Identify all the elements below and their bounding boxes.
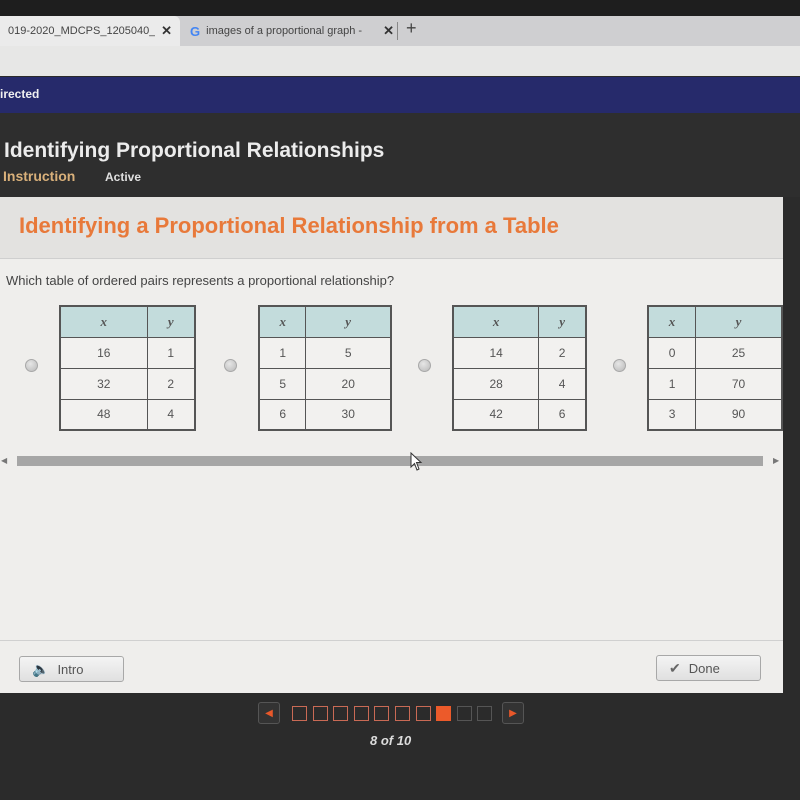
cell: 0 xyxy=(647,336,697,369)
column-header-y: y xyxy=(305,305,392,338)
scrollbar-thumb[interactable] xyxy=(17,456,763,466)
page-indicator-7[interactable] xyxy=(415,706,431,721)
page-indicator-8[interactable] xyxy=(436,706,452,721)
table-row: 42 6 xyxy=(452,398,587,431)
google-icon: G xyxy=(190,23,201,39)
tab-separator xyxy=(397,22,398,40)
column-header-x: x xyxy=(452,305,540,338)
status-label: Active xyxy=(105,170,142,184)
cell: 1 xyxy=(146,336,196,369)
intro-label: Intro xyxy=(57,661,84,677)
checkmark-icon: ✔ xyxy=(669,659,681,676)
table-row: 6 30 xyxy=(258,398,392,431)
mouse-cursor-icon xyxy=(410,452,423,471)
tab-title: images of a proportional graph - xyxy=(206,25,363,37)
scroll-left-icon[interactable]: ◀ xyxy=(1,456,7,465)
previous-page-button[interactable]: ◀ xyxy=(258,702,280,724)
done-button[interactable]: ✔ Done xyxy=(656,655,761,681)
close-tab-icon[interactable]: ✕ xyxy=(161,23,172,39)
cell: 14 xyxy=(452,336,540,369)
option-a-radio[interactable] xyxy=(25,359,38,372)
page-indicator-2[interactable] xyxy=(312,706,328,721)
done-label: Done xyxy=(688,660,720,676)
table-row: 28 4 xyxy=(452,367,587,400)
table-row: 48 4 xyxy=(59,398,196,431)
page-count: 8 of 10 xyxy=(370,733,412,748)
table-row: 1 70 xyxy=(647,367,783,400)
column-header-y: y xyxy=(695,305,783,338)
lesson-title: Identifying Proportional Relationships xyxy=(4,139,385,162)
arrow-left-icon: ◀ xyxy=(265,707,273,719)
browser-tab-active[interactable]: 019-2020_MDCPS_1205040_M/ ✕ xyxy=(0,16,180,46)
speaker-icon: 🔈 xyxy=(32,660,50,677)
cell: 4 xyxy=(538,367,587,400)
page-indicator-9[interactable] xyxy=(456,706,472,721)
cell: 1 xyxy=(647,367,697,400)
cell: 4 xyxy=(146,398,196,431)
cell: 3 xyxy=(647,398,697,431)
question-card: Identifying a Proportional Relationship … xyxy=(0,197,783,693)
option-c-radio[interactable] xyxy=(418,359,431,372)
option-b-table: xy 15 5 20 6 30 xyxy=(258,305,392,431)
cell: 5 xyxy=(305,336,392,369)
new-tab-button[interactable]: + xyxy=(406,18,417,39)
cell: 48 xyxy=(59,398,148,431)
cell: 6 xyxy=(258,398,307,431)
app-header-label: irected xyxy=(0,87,40,101)
option-d-radio[interactable] xyxy=(613,359,626,372)
option-c-table: xy 14 2 28 4 42 6 xyxy=(452,305,587,431)
scroll-right-icon[interactable]: ▶ xyxy=(773,456,779,465)
option-a-table: xy 16 1 32 2 48 4 xyxy=(59,305,196,431)
page-indicator-1[interactable] xyxy=(292,706,307,721)
page-indicator-10[interactable] xyxy=(477,706,493,721)
page-indicator-4[interactable] xyxy=(353,706,369,721)
intro-button[interactable]: 🔈 Intro xyxy=(19,656,124,682)
card-header: Identifying a Proportional Relationship … xyxy=(0,197,783,259)
cell: 42 xyxy=(452,398,540,431)
page-indicator-3[interactable] xyxy=(333,706,349,721)
tab-title: 019-2020_MDCPS_1205040_M/ xyxy=(8,25,156,37)
option-d-table: xy 0 25 1 70 3 90 xyxy=(647,305,783,431)
column-header-x: x xyxy=(647,305,697,338)
browser-toolbar xyxy=(0,46,800,76)
cell: 90 xyxy=(695,398,783,431)
app-header-bar xyxy=(0,77,800,113)
table-row: 3 90 xyxy=(647,398,783,431)
cell: 2 xyxy=(538,336,587,369)
cell: 1 xyxy=(258,336,307,369)
cell: 6 xyxy=(538,398,587,431)
arrow-right-icon: ▶ xyxy=(509,707,517,719)
browser-tab-google[interactable]: G images of a proportional graph - ✕ xyxy=(182,16,402,46)
column-header-x: x xyxy=(258,305,307,338)
cell: 20 xyxy=(305,367,392,400)
table-row: 16 1 xyxy=(59,336,196,369)
column-header-y: y xyxy=(538,305,587,338)
cell: 30 xyxy=(305,398,392,431)
column-header-x: x xyxy=(59,305,148,338)
tab-instruction[interactable]: Instruction xyxy=(3,168,75,184)
cell: 5 xyxy=(258,367,307,400)
screen-bezel xyxy=(0,0,800,16)
cell: 2 xyxy=(146,367,196,400)
table-row: 32 2 xyxy=(59,367,196,400)
column-header-y: y xyxy=(146,305,196,338)
cell: 70 xyxy=(695,367,783,400)
page-indicator-5[interactable] xyxy=(374,706,390,721)
question-text: Which table of ordered pairs represents … xyxy=(6,273,395,288)
cell: 16 xyxy=(59,336,148,369)
table-row: 15 xyxy=(258,336,392,369)
cell: 32 xyxy=(59,367,148,400)
footer-divider xyxy=(0,640,783,641)
cell: 25 xyxy=(695,336,783,369)
next-page-button[interactable]: ▶ xyxy=(502,702,524,724)
page-indicator-6[interactable] xyxy=(395,706,410,721)
cell: 28 xyxy=(452,367,540,400)
table-row: 5 20 xyxy=(258,367,392,400)
card-title: Identifying a Proportional Relationship … xyxy=(19,213,559,238)
table-row: 0 25 xyxy=(647,336,783,369)
table-row: 14 2 xyxy=(452,336,587,369)
close-tab-icon[interactable]: ✕ xyxy=(383,23,394,39)
horizontal-scrollbar[interactable]: ◀ ▶ xyxy=(0,456,783,466)
option-b-radio[interactable] xyxy=(224,359,237,372)
